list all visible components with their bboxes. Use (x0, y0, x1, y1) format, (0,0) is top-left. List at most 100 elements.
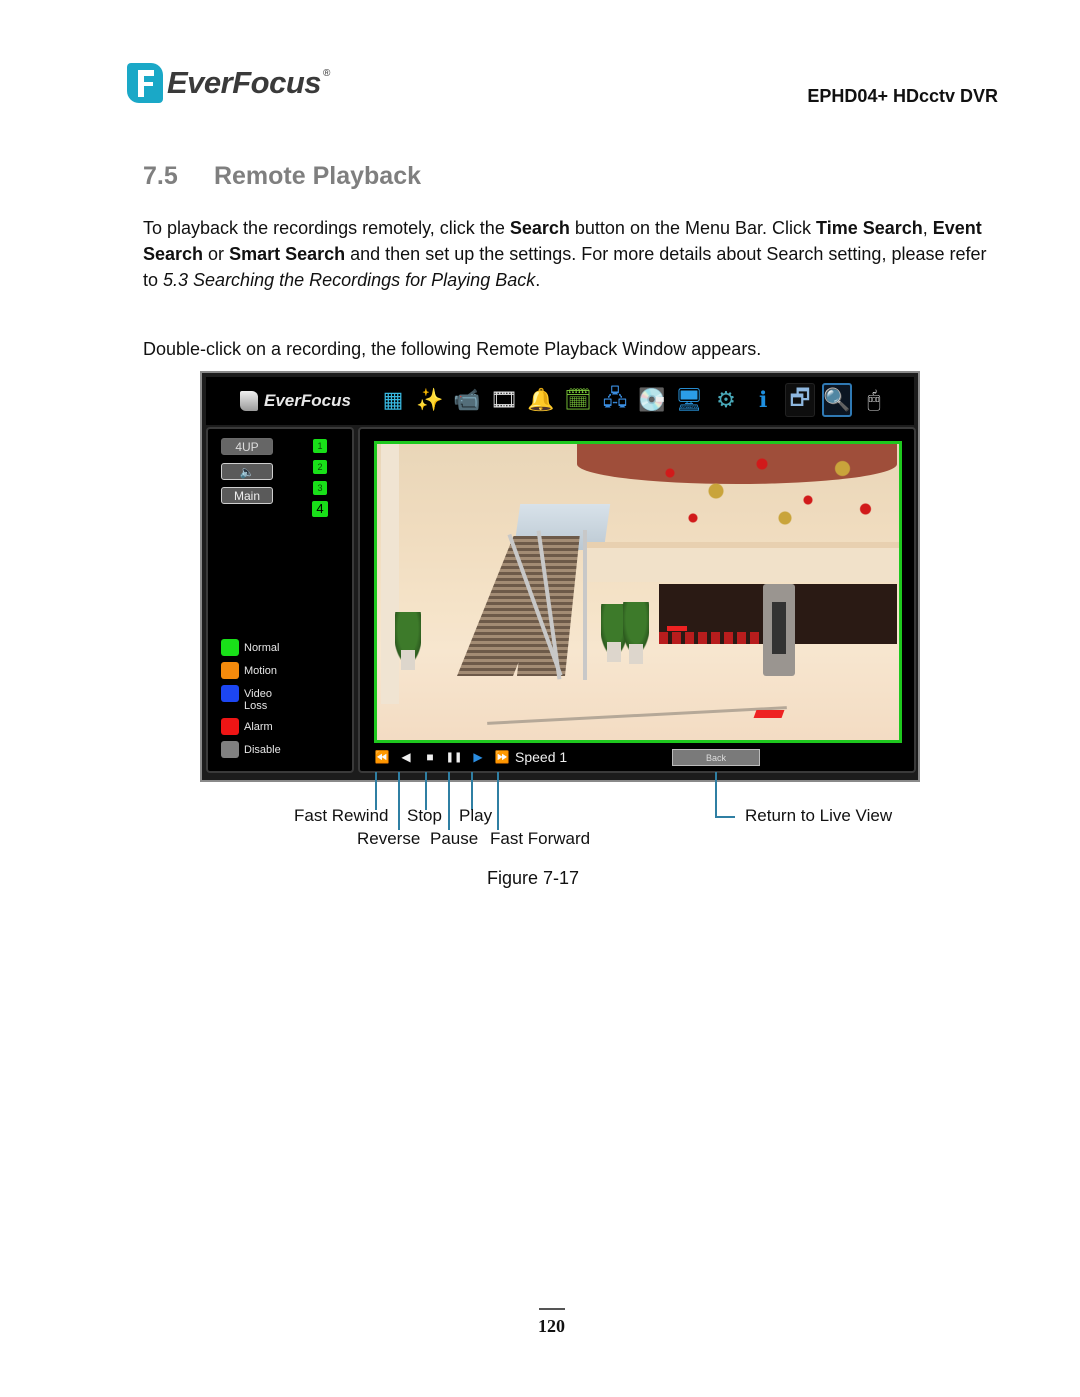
document-model: EPHD04+ HDcctv DVR (807, 86, 998, 106)
callout-line-stop (425, 772, 427, 810)
intro-paragraph: To playback the recordings remotely, cli… (143, 215, 1003, 293)
pause-button[interactable]: ❚❚ (442, 752, 466, 763)
main-button[interactable]: Main (221, 487, 273, 504)
cross-reference: 5.3 Searching the Recordings for Playing… (163, 270, 536, 290)
legend-label: Alarm (244, 721, 273, 733)
magic-wand-icon[interactable]: ✨ (415, 383, 445, 417)
camera-icon[interactable]: 📹 (452, 383, 482, 417)
toolbar: ▦ ✨ 📹 🎞 🔔 🗓 🖧 💽 🖥 ⚙ ℹ 🗗 🔍 🖱 (378, 383, 889, 417)
4up-button[interactable]: 4UP (221, 438, 273, 455)
channel-4-button[interactable]: 4 (312, 501, 328, 517)
label-pause: Pause (430, 829, 479, 848)
label-stop: Stop (407, 806, 442, 825)
hard-disk-icon[interactable]: 💽 (637, 383, 667, 417)
legend-item: Alarm (221, 718, 294, 735)
callout-line-pause (448, 772, 450, 830)
callout-line-reverse (398, 772, 400, 830)
reverse-button[interactable]: ◀ (394, 750, 418, 764)
fast-rewind-button[interactable]: ⏪ (370, 750, 394, 764)
label-reverse: Reverse (357, 829, 421, 848)
left-panel: 4UP 🔈 Main 1 2 3 4 Normal Motion Video Los… (206, 427, 354, 773)
label-play: Play (459, 806, 493, 825)
legend-label: Video Loss (244, 688, 272, 712)
label-fast-rewind: Fast Rewind (294, 806, 389, 825)
scene-pot (607, 642, 621, 662)
network-icon[interactable]: 🖧 (600, 383, 630, 417)
audio-button[interactable]: 🔈 (221, 463, 273, 480)
legend-swatch (221, 685, 239, 702)
stop-button[interactable]: ■ (418, 750, 442, 764)
legend-label: Normal (244, 642, 280, 654)
section-title: 7.5 Remote Playback (143, 162, 421, 191)
monitor-grid-icon[interactable]: ▦ (378, 383, 408, 417)
callout-line-return-h (715, 816, 735, 818)
callout-line-return (715, 772, 717, 818)
playback-windows-icon[interactable]: 🗗 (785, 383, 815, 417)
video-view[interactable] (374, 441, 902, 743)
callout-line-play (471, 772, 473, 810)
scene-floor-stripe (487, 706, 787, 725)
scene-pot (629, 644, 643, 664)
legend-item: Motion (221, 662, 294, 679)
display-icon[interactable]: 🖥 (674, 383, 704, 417)
speaker-icon: 🔈 (239, 465, 255, 479)
scene-kiosk (763, 584, 795, 676)
registered-mark: ® (323, 67, 331, 79)
section-heading: Remote Playback (213, 162, 421, 190)
fast-forward-button[interactable]: ⏩ (490, 750, 514, 764)
scene-pot (401, 650, 415, 670)
legend-label: Disable (244, 744, 281, 756)
text: or (203, 244, 230, 264)
status-legend: Normal Motion Video Loss Alarm Disable (221, 639, 294, 764)
bold-smart-search: Smart Search (229, 244, 346, 264)
channel-2-button[interactable]: 2 (313, 460, 327, 474)
scene-handrail (583, 530, 587, 680)
scene-floor-mark (667, 626, 687, 631)
instruction-paragraph: Double-click on a recording, the followi… (143, 339, 762, 359)
channel-1-button[interactable]: 1 (313, 439, 327, 453)
scene-pillar (381, 444, 399, 704)
search-icon[interactable]: 🔍 (822, 383, 852, 417)
scene-plant (623, 602, 649, 650)
speed-indicator: Speed 1 (515, 749, 568, 765)
page-number: 120 (538, 1316, 565, 1336)
legend-item: Video Loss (221, 685, 294, 712)
text: To playback the recordings remotely, cli… (143, 218, 510, 238)
label-return-to-live-view: Return to Live View (745, 806, 893, 825)
legend-swatch (221, 662, 239, 679)
play-button[interactable]: ▶ (466, 750, 490, 764)
section-number: 7.5 (143, 162, 178, 190)
figure-caption: Figure 7-17 (487, 868, 580, 888)
bell-icon[interactable]: 🔔 (526, 383, 556, 417)
bold-search: Search (509, 218, 570, 238)
scene-balcony (587, 542, 899, 582)
callout-line-fast-rewind (375, 772, 377, 810)
legend-item: Disable (221, 741, 294, 758)
playback-controls: ⏪ ◀ ■ ❚❚ ▶ ⏩ Speed 1 (370, 747, 568, 767)
scene-decorations (647, 446, 877, 536)
remote-playback-window: EverFocus ▦ ✨ 📹 🎞 🔔 🗓 🖧 💽 🖥 ⚙ ℹ 🗗 🔍 🖱 4UP 🔈 Main 1 2 … (200, 371, 920, 782)
everfocus-logo: EverFocus ® (127, 62, 330, 104)
schedule-clock-icon[interactable]: 🗓 (563, 383, 593, 417)
bold-time-search: Time Search (816, 218, 923, 238)
dvr-logo: EverFocus (240, 391, 351, 411)
text: button on the Menu Bar. Click (569, 218, 817, 238)
film-reel-icon[interactable]: 🎞 (489, 383, 519, 417)
legend-swatch (221, 718, 239, 735)
settings-gears-icon[interactable]: ⚙ (711, 383, 741, 417)
callout-line-fast-forward (497, 772, 499, 830)
legend-label: Motion (244, 665, 278, 677)
info-icon[interactable]: ℹ (748, 383, 778, 417)
playback-panel: ⏪ ◀ ■ ❚❚ ▶ ⏩ Speed 1 Back (358, 427, 916, 773)
legend-swatch (221, 741, 239, 758)
brand-name: EverFocus (167, 65, 322, 100)
legend-item: Normal (221, 639, 294, 656)
back-button[interactable]: Back (672, 749, 760, 766)
scene-tables (659, 632, 769, 644)
text: . (535, 270, 541, 290)
menu-bar: EverFocus ▦ ✨ 📹 🎞 🔔 🗓 🖧 💽 🖥 ⚙ ℹ 🗗 🔍 🖱 (206, 377, 914, 425)
legend-swatch (221, 639, 239, 656)
mouse-icon[interactable]: 🖱 (859, 383, 889, 417)
channel-3-button[interactable]: 3 (313, 481, 327, 495)
label-fast-forward: Fast Forward (490, 829, 591, 848)
